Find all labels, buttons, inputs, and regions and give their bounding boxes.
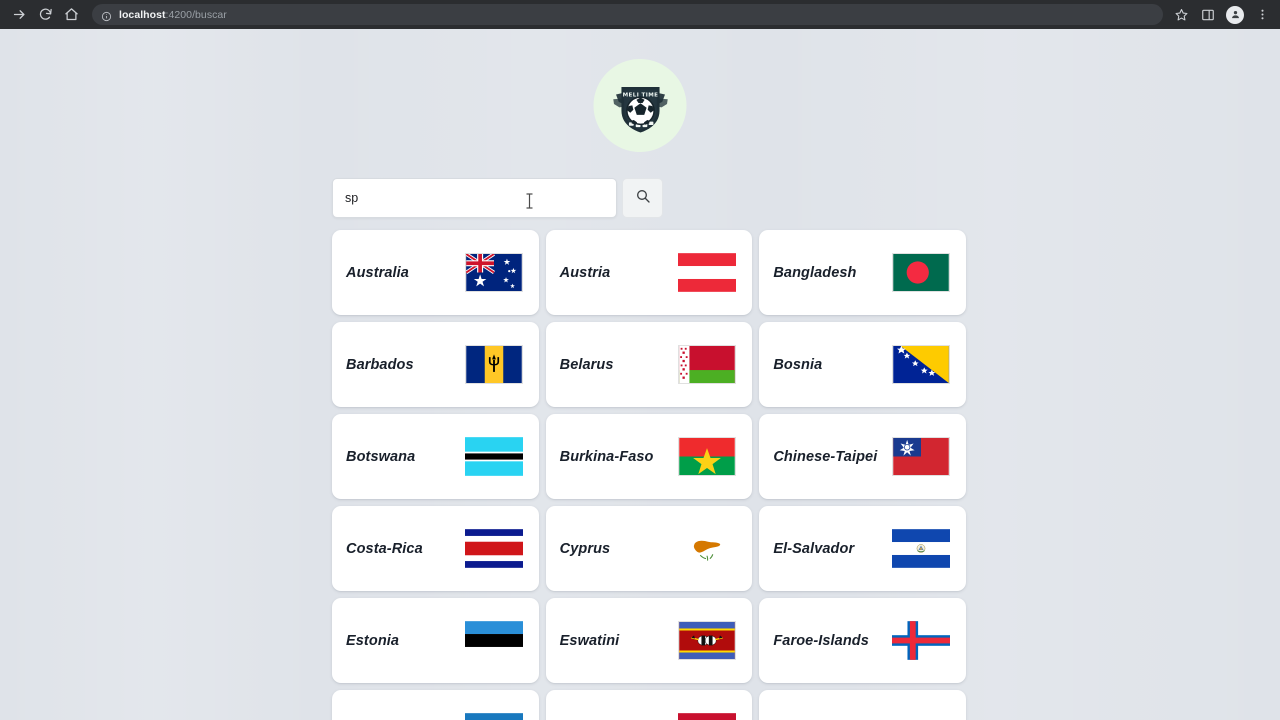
country-card-faroe-islands[interactable]: Faroe-Islands (759, 598, 966, 683)
country-card-belarus[interactable]: Belarus (545, 322, 753, 407)
country-name: Chinese-Taipei (773, 448, 878, 465)
flag-estonia (464, 621, 523, 660)
country-card-barbados[interactable]: Barbados (332, 322, 539, 407)
flag-partial-none (892, 713, 950, 720)
country-name: Barbados (346, 356, 414, 373)
country-card-partial-1[interactable] (332, 690, 539, 720)
country-name: Australia (346, 264, 409, 281)
country-name: Eswatini (559, 632, 620, 649)
country-card-chinese-taipei[interactable]: Chinese-Taipei (759, 414, 966, 499)
address-bar[interactable]: localhost:4200/buscar (92, 4, 1163, 25)
flag-burkina-faso (678, 437, 737, 476)
flag-partial-blue (464, 713, 523, 720)
page-content: MELI TIME GAMES (0, 29, 1280, 720)
star-icon[interactable] (1169, 3, 1193, 27)
profile-avatar-icon[interactable] (1223, 3, 1247, 27)
flag-botswana (464, 437, 523, 476)
flag-eswatini (678, 621, 737, 660)
country-name: Estonia (346, 632, 400, 649)
site-logo[interactable]: MELI TIME GAMES (593, 59, 687, 152)
meli-time-games-crest-icon: MELI TIME GAMES (612, 86, 668, 133)
home-icon[interactable] (58, 2, 84, 28)
search-button[interactable] (622, 178, 663, 218)
country-card-australia[interactable]: Australia (332, 230, 539, 315)
country-card-estonia[interactable]: Estonia (332, 598, 539, 683)
flag-cyprus (678, 529, 737, 568)
country-name: Faroe-Islands (773, 632, 869, 649)
country-card-austria[interactable]: Austria (545, 230, 753, 315)
toolbar-actions (1169, 3, 1274, 27)
country-name: Belarus (559, 356, 614, 373)
country-card-bangladesh[interactable]: Bangladesh (759, 230, 966, 315)
flag-chinese-taipei (892, 437, 950, 476)
country-card-burkina-faso[interactable]: Burkina-Faso (545, 414, 753, 499)
search-input[interactable] (332, 178, 617, 218)
flag-australia (464, 253, 523, 292)
flag-bosnia (892, 345, 950, 384)
country-card-cyprus[interactable]: Cyprus (545, 506, 753, 591)
country-name: Bangladesh (773, 264, 857, 281)
flag-costa-rica (464, 529, 523, 568)
url-host: localhost (119, 8, 166, 21)
search-icon (635, 188, 651, 209)
flag-barbados (464, 345, 523, 384)
country-card-partial-2[interactable] (545, 690, 753, 720)
country-card-eswatini[interactable]: Eswatini (545, 598, 753, 683)
country-name: Botswana (346, 448, 416, 465)
flag-el-salvador (892, 529, 950, 568)
country-card-botswana[interactable]: Botswana (332, 414, 539, 499)
url-text: localhost:4200/buscar (119, 9, 227, 21)
avatar (1226, 5, 1244, 24)
country-name: Austria (559, 264, 611, 281)
menu-icon[interactable] (1250, 3, 1274, 27)
flag-faroe-islands (892, 621, 950, 660)
url-path: :4200/buscar (165, 8, 227, 21)
country-card-bosnia[interactable]: Bosnia (759, 322, 966, 407)
browser-toolbar: localhost:4200/buscar (0, 0, 1280, 29)
country-name: Cyprus (559, 540, 611, 557)
flag-partial-red (678, 713, 737, 720)
flag-bangladesh (892, 253, 950, 292)
reload-icon[interactable] (32, 2, 58, 28)
flag-belarus (678, 345, 737, 384)
country-card-costa-rica[interactable]: Costa-Rica (332, 506, 539, 591)
info-circle-icon[interactable] (101, 9, 112, 22)
side-panel-icon[interactable] (1196, 3, 1220, 27)
country-name: Burkina-Faso (559, 448, 654, 465)
country-card-partial-3[interactable] (759, 690, 966, 720)
country-name: El-Salvador (773, 540, 855, 557)
country-card-el-salvador[interactable]: El-Salvador (759, 506, 966, 591)
search-bar (332, 178, 663, 218)
country-name: Bosnia (773, 356, 823, 373)
flag-austria (678, 253, 737, 292)
country-results-grid: Australia Austria Bangladesh Barbados Be… (332, 230, 966, 720)
country-name: Costa-Rica (346, 540, 423, 557)
forward-icon[interactable] (6, 2, 32, 28)
